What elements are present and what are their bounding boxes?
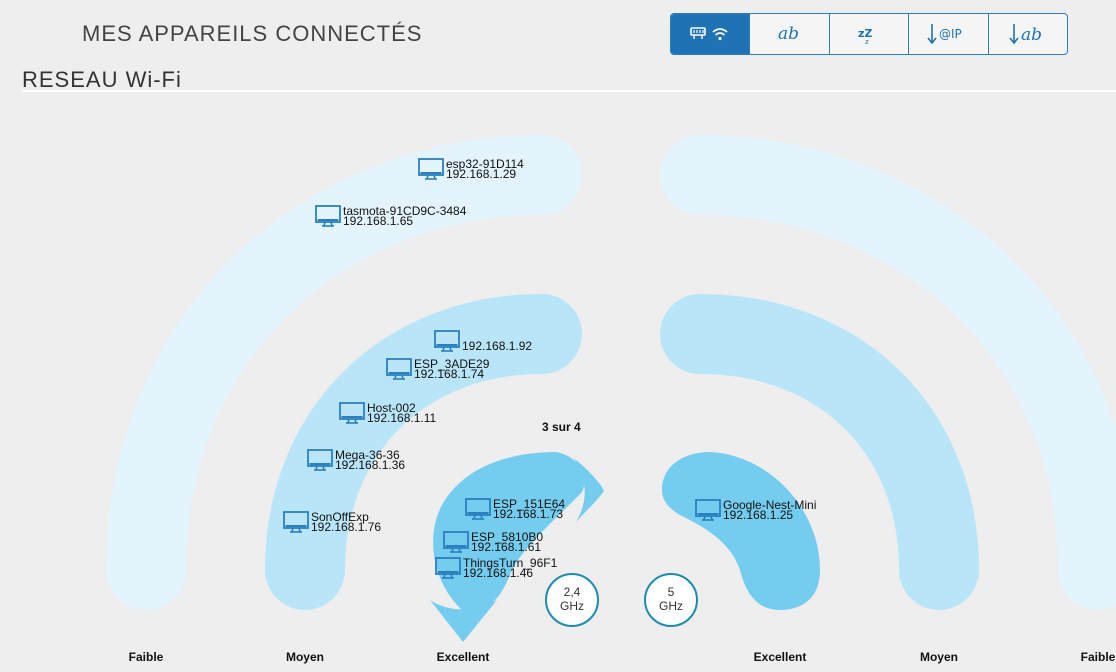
device-ip: 192.168.1.74 bbox=[414, 367, 484, 381]
device-ip: 192.168.1.36 bbox=[335, 458, 405, 472]
band-24ghz-unit: GHz bbox=[560, 599, 584, 613]
device-ip: 192.168.1.29 bbox=[446, 167, 516, 181]
device-ip: 192.168.1.73 bbox=[493, 507, 563, 521]
device-ip: 192.168.1.65 bbox=[343, 214, 413, 228]
quality-label-faible: Faible bbox=[1081, 650, 1116, 664]
quality-label-moyen: Moyen bbox=[920, 650, 958, 664]
quality-label-moyen: Moyen bbox=[286, 650, 324, 664]
device-ip: 192.168.1.25 bbox=[723, 508, 793, 522]
device-ip: 192.168.1.11 bbox=[367, 411, 437, 425]
band-5ghz-unit: GHz bbox=[659, 599, 683, 613]
pagination-count: 3 sur 4 bbox=[542, 420, 581, 434]
band-5ghz-toggle[interactable]: 5 GHz bbox=[644, 573, 698, 627]
device-ip: 192.168.1.76 bbox=[311, 520, 381, 534]
band-5ghz-value: 5 bbox=[668, 585, 675, 599]
wifi-diagram: 3 sur 4 2,4 GHz 5 GHz Faible Moyen Excel… bbox=[106, 135, 1116, 664]
quality-label-faible: Faible bbox=[129, 650, 164, 664]
band-24ghz-value: 2,4 bbox=[564, 585, 581, 599]
band-24ghz-toggle[interactable]: 2,4 GHz bbox=[545, 573, 599, 627]
device-ip: 192.168.1.46 bbox=[463, 566, 533, 580]
device-ip: 192.168.1.61 bbox=[471, 540, 541, 554]
device-ip: 192.168.1.92 bbox=[462, 339, 532, 353]
quality-label-excellent: Excellent bbox=[437, 650, 490, 664]
quality-label-excellent: Excellent bbox=[754, 650, 807, 664]
